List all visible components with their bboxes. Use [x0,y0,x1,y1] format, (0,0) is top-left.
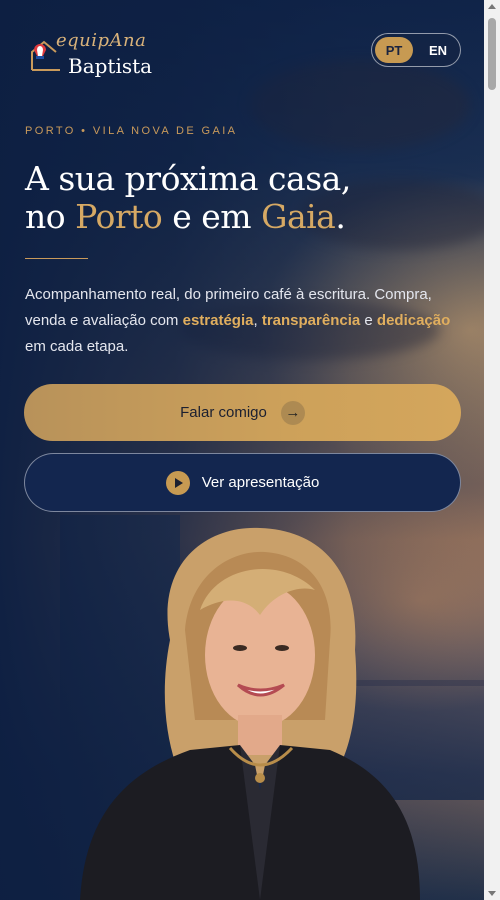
headline-e-em: e em [162,197,262,236]
hero-headline: A sua próxima casa, no Porto e em Gaia. [25,160,465,236]
intro-text-2: em cada etapa. [25,338,129,355]
intro-sep-1: , [253,312,262,329]
intro-highlight-dedication: dedicação [376,312,451,329]
contact-me-button[interactable]: Falar comigo → [24,384,461,441]
scrollbar-thumb[interactable] [488,18,496,90]
agent-portrait [80,527,420,900]
logo-line-2: Baptista [68,54,153,78]
scroll-down-icon[interactable] [488,891,496,896]
page-scrollbar[interactable] [484,0,500,900]
language-pt-button[interactable]: PT [375,37,413,63]
headline-no: no [25,197,76,236]
watch-presentation-button[interactable]: Ver apresentação [24,453,461,512]
brand-logo[interactable]: equipAna Baptista [28,20,168,80]
headline-porto: Porto [75,197,163,236]
intro-sep-2: e [360,312,377,329]
intro-highlight-transparency: transparência [261,312,361,329]
headline-line-1: A sua próxima casa, [25,159,351,198]
location-eyebrow: PORTO • VILA NOVA DE GAIA [25,125,238,137]
headline-gaia: Gaia [261,197,336,236]
intro-highlight-strategy: estratégia [182,312,254,329]
headline-dot: . [335,197,346,236]
contact-me-label: Falar comigo [180,404,267,421]
language-en-button[interactable]: EN [419,37,457,63]
play-icon [165,470,190,495]
gold-divider [25,258,88,259]
scroll-up-icon[interactable] [488,4,496,9]
watch-presentation-label: Ver apresentação [201,474,320,491]
arrow-right-icon: → [280,400,305,425]
logo-line-1: equipAna [56,30,147,51]
language-toggle: PT EN [371,33,461,67]
hero-intro: Acompanhamento real, do primeiro café à … [25,282,465,360]
